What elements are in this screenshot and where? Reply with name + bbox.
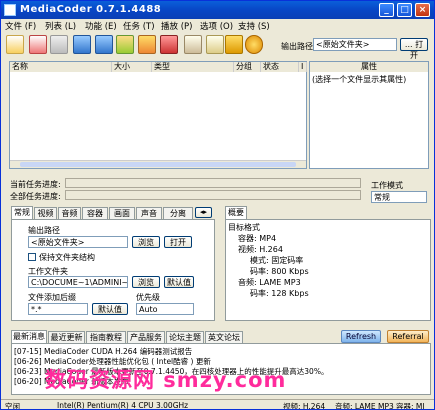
summary-container: 容器: MP4: [238, 234, 277, 243]
tab-news[interactable]: 最新消息: [11, 330, 47, 343]
output-path-select[interactable]: <原始文件夹>: [313, 38, 397, 51]
maximize-button[interactable]: □: [397, 3, 412, 17]
tab-container[interactable]: 容器: [82, 207, 108, 219]
output-path-label: 输出路径: [281, 42, 313, 51]
play-icon[interactable]: [73, 35, 91, 54]
browse-work-folder-button[interactable]: 浏览: [132, 276, 160, 288]
watermark: 数码资源网 smzy.com: [45, 368, 287, 392]
analyze-icon[interactable]: [116, 35, 134, 54]
start-icon[interactable]: [245, 35, 263, 54]
tab-scroll-button[interactable]: ◂▸: [195, 207, 212, 218]
properties-panel: 属性 (选择一个文件显示其属性): [309, 61, 429, 169]
naming-field[interactable]: *.*: [28, 303, 88, 315]
keep-structure-label: 保持文件夹结构: [39, 253, 95, 262]
tab-updates[interactable]: 最近更新: [48, 331, 85, 343]
settings-icon[interactable]: [184, 35, 202, 54]
general-panel: 输出路径 <原始文件夹> 浏览 打开 保持文件夹结构 工作文件夹 C:\DOCU…: [11, 219, 215, 321]
pause-icon[interactable]: [225, 35, 243, 54]
priority-label: 优先级: [136, 293, 160, 302]
title-bar: MediaCoder 0.7.1.4488 _ □ ×: [1, 1, 434, 19]
close-button[interactable]: ×: [415, 3, 430, 17]
tools-icon[interactable]: [160, 35, 178, 54]
menu-function[interactable]: 功能 (E): [85, 20, 117, 32]
status-audio: 音频: LAME MP3: [335, 402, 394, 410]
file-list[interactable]: 名称 大小 类型 分组 状态 I: [9, 61, 307, 169]
tab-products[interactable]: 产品服务: [127, 331, 165, 343]
summary-video: 视频: H.264: [238, 245, 283, 254]
minimize-button[interactable]: _: [379, 3, 394, 17]
app-icon: [4, 4, 16, 16]
referral-button[interactable]: Referral: [387, 330, 429, 343]
summary-audio-bitrate: 码率: 128 Kbps: [250, 289, 309, 298]
menu-options[interactable]: 选项 (O): [200, 20, 233, 32]
tab-english-forum[interactable]: 英文论坛: [205, 331, 243, 343]
properties-hint: (选择一个文件显示其属性): [312, 75, 407, 84]
tab-general[interactable]: 常规: [11, 206, 33, 219]
scroll-thumb[interactable]: [20, 162, 296, 167]
remove-file-icon[interactable]: [29, 35, 47, 54]
output-path-combo[interactable]: <原始文件夹>: [28, 236, 128, 248]
browse-output-button[interactable]: 浏览: [132, 236, 160, 248]
work-folder-field[interactable]: C:\DOCUME~1\ADMINI~1\LOC: [28, 276, 128, 288]
status-container: 容器: MI: [396, 402, 425, 410]
wizard-icon[interactable]: [138, 35, 156, 54]
work-mode-label: 工作模式: [371, 181, 403, 190]
summary-video-bitrate: 码率: 800 Kbps: [250, 267, 309, 276]
tab-picture[interactable]: 画面: [109, 207, 135, 219]
col-group[interactable]: 分组: [234, 62, 261, 72]
add-file-icon[interactable]: [6, 35, 24, 54]
preview-icon[interactable]: [95, 35, 113, 54]
status-state: 空闲: [5, 402, 20, 410]
main-window: MediaCoder 0.7.1.4488 _ □ × 文件 (F) 列表 (L…: [0, 0, 435, 410]
refresh-button[interactable]: Refresh: [341, 330, 381, 343]
work-mode-select[interactable]: 常规: [371, 191, 427, 203]
tab-forum[interactable]: 论坛主题: [166, 331, 204, 343]
tab-video[interactable]: 视频: [34, 207, 57, 219]
status-video: 视频: H.264: [283, 402, 326, 410]
tab-split[interactable]: 分离: [163, 207, 193, 219]
output-path-title: 输出路径: [28, 226, 60, 235]
tab-sound[interactable]: 声音: [136, 207, 162, 219]
status-bar: 空闲 Intel(R) Pentium(R) 4 CPU 3.00GHz 视频:…: [1, 399, 434, 410]
tab-guides[interactable]: 指南教程: [86, 331, 126, 343]
current-progress-label: 当前任务进度:: [10, 180, 61, 189]
col-name[interactable]: 名称: [10, 62, 112, 72]
toolbar: 输出路径 <原始文件夹> ... 打开: [1, 33, 434, 60]
status-cpu: Intel(R) Pentium(R) 4 CPU 3.00GHz: [57, 401, 189, 410]
keep-structure-checkbox[interactable]: [28, 253, 36, 261]
col-size[interactable]: 大小: [112, 62, 152, 72]
total-progress-bar: [65, 190, 361, 200]
col-extra[interactable]: I: [299, 62, 307, 72]
open-output-button[interactable]: 打开: [164, 236, 192, 248]
naming-default-button[interactable]: 默认值: [92, 303, 128, 315]
work-folder-default-button[interactable]: 默认值: [164, 276, 194, 288]
tab-summary[interactable]: 概要: [225, 206, 247, 219]
menu-bar: 文件 (F) 列表 (L) 功能 (E) 任务 (T) 播放 (P) 选项 (O…: [1, 19, 434, 33]
priority-select[interactable]: Auto: [136, 303, 194, 315]
refresh-label: Refresh: [345, 332, 377, 341]
summary-panel: 目标格式 容器: MP4 视频: H.264 模式: 固定码率 码率: 800 …: [225, 219, 431, 321]
tab-audio[interactable]: 音频: [58, 207, 81, 219]
clear-list-icon[interactable]: [50, 35, 68, 54]
properties-header: 属性: [310, 62, 428, 72]
menu-list[interactable]: 列表 (L): [45, 20, 76, 32]
summary-audio: 音频: LAME MP3: [238, 278, 301, 287]
menu-task[interactable]: 任务 (T): [123, 20, 155, 32]
file-list-scrollbar[interactable]: [10, 160, 306, 168]
col-status[interactable]: 状态: [261, 62, 299, 72]
col-type[interactable]: 类型: [152, 62, 234, 72]
summary-video-mode: 模式: 固定码率: [250, 256, 304, 265]
output-open-button[interactable]: ... 打开: [400, 38, 428, 60]
print-icon[interactable]: [206, 35, 224, 54]
current-progress-bar: [65, 178, 361, 188]
referral-label: Referral: [392, 332, 424, 341]
summary-root: 目标格式: [228, 223, 260, 232]
menu-support[interactable]: 支持 (S): [238, 20, 270, 32]
menu-file[interactable]: 文件 (F): [5, 20, 36, 32]
naming-label: 文件添加后缀: [28, 293, 76, 302]
menu-play[interactable]: 播放 (P): [161, 20, 192, 32]
total-progress-label: 全部任务进度:: [10, 192, 61, 201]
window-title: MediaCoder 0.7.1.4488: [20, 4, 162, 15]
